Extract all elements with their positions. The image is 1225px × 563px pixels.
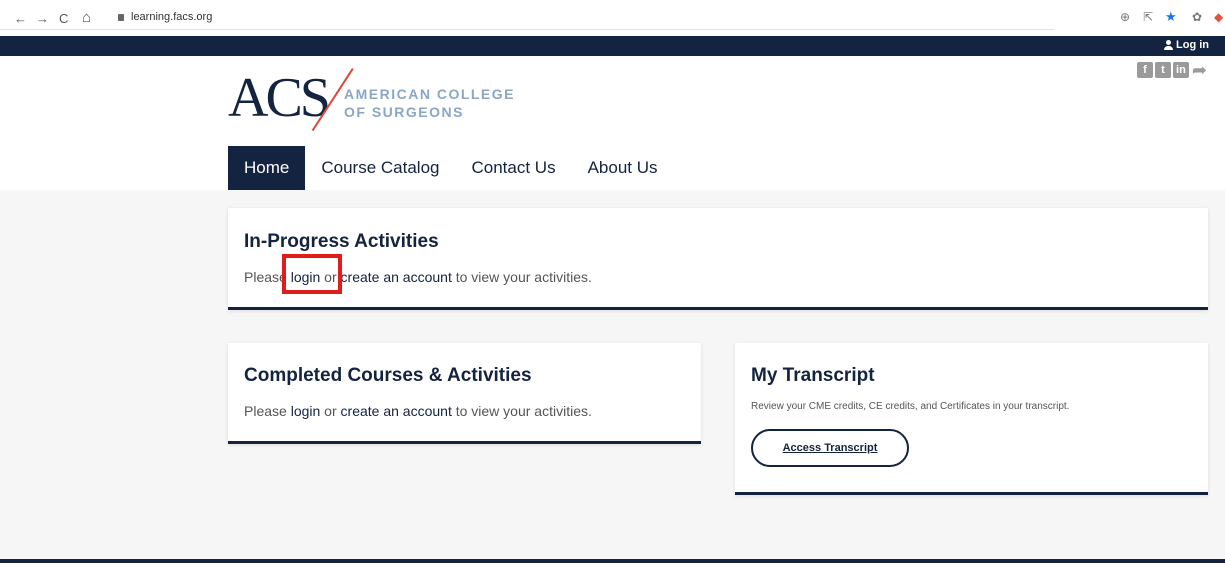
logo-line-2: OF SURGEONS xyxy=(344,104,464,120)
reload-icon[interactable]: C xyxy=(59,12,68,25)
top-strip: Log in xyxy=(0,36,1225,56)
home-icon[interactable]: ⌂ xyxy=(82,10,91,25)
in-progress-card: In-Progress Activities Please login or c… xyxy=(228,208,1208,310)
in-progress-create-account-link[interactable]: create an account xyxy=(341,269,452,285)
nav-about-us[interactable]: About Us xyxy=(572,146,674,190)
twitter-icon[interactable]: t xyxy=(1154,62,1171,78)
footer-strip xyxy=(0,559,1225,563)
message-or: or xyxy=(320,403,341,419)
share-icon[interactable]: ➦ xyxy=(1192,61,1207,79)
linkedin-icon[interactable]: in xyxy=(1172,62,1189,78)
completed-message: Please login or create an account to vie… xyxy=(244,403,592,419)
user-icon xyxy=(1164,40,1173,50)
nav-course-catalog[interactable]: Course Catalog xyxy=(305,146,455,190)
header-login-label: Log in xyxy=(1176,39,1209,51)
in-progress-title: In-Progress Activities xyxy=(244,231,439,252)
completed-create-account-link[interactable]: create an account xyxy=(341,403,452,419)
header-login-link[interactable]: Log in xyxy=(1164,39,1209,51)
address-bar[interactable]: learning.facs.org xyxy=(131,11,212,23)
completed-card: Completed Courses & Activities Please lo… xyxy=(228,343,701,444)
back-icon[interactable]: ← xyxy=(14,12,27,25)
transcript-description: Review your CME credits, CE credits, and… xyxy=(751,401,1070,412)
logo-line-1: AMERICAN COLLEGE xyxy=(344,86,515,102)
message-suffix: to view your activities. xyxy=(451,403,592,419)
main-nav: Home Course Catalog Contact Us About Us xyxy=(228,146,674,190)
address-divider xyxy=(0,29,1055,30)
facebook-icon[interactable]: f xyxy=(1136,62,1153,78)
message-suffix: to view your activities. xyxy=(451,269,592,285)
social-links: f t in ➦ xyxy=(1136,61,1207,79)
extension-red-icon[interactable]: ◆ xyxy=(1214,11,1223,23)
access-transcript-button[interactable]: Access Transcript xyxy=(751,429,909,467)
nav-home[interactable]: Home xyxy=(228,146,306,190)
extension-icon[interactable]: ✿ xyxy=(1192,11,1202,23)
completed-login-link[interactable]: login xyxy=(291,403,321,419)
transcript-title: My Transcript xyxy=(751,365,875,386)
forward-icon[interactable]: → xyxy=(36,12,49,25)
transcript-card: My Transcript Review your CME credits, C… xyxy=(735,343,1208,495)
message-prefix: Please xyxy=(244,403,291,419)
browser-toolbar: ← → C ⌂ learning.facs.org ⊕ ⇱ ★ ✿ ◆ xyxy=(0,0,1225,36)
login-highlight-box xyxy=(282,254,342,294)
logo-acs-wordmark: ACS xyxy=(228,67,331,129)
acs-logo[interactable]: ACS AMERICAN COLLEGE OF SURGEONS xyxy=(228,64,528,136)
zoom-icon[interactable]: ⊕ xyxy=(1120,11,1130,23)
nav-contact-us[interactable]: Contact Us xyxy=(455,146,571,190)
share-page-icon[interactable]: ⇱ xyxy=(1143,11,1153,23)
lock-icon xyxy=(118,14,124,21)
bookmark-star-icon[interactable]: ★ xyxy=(1165,10,1177,23)
completed-title: Completed Courses & Activities xyxy=(244,365,532,386)
